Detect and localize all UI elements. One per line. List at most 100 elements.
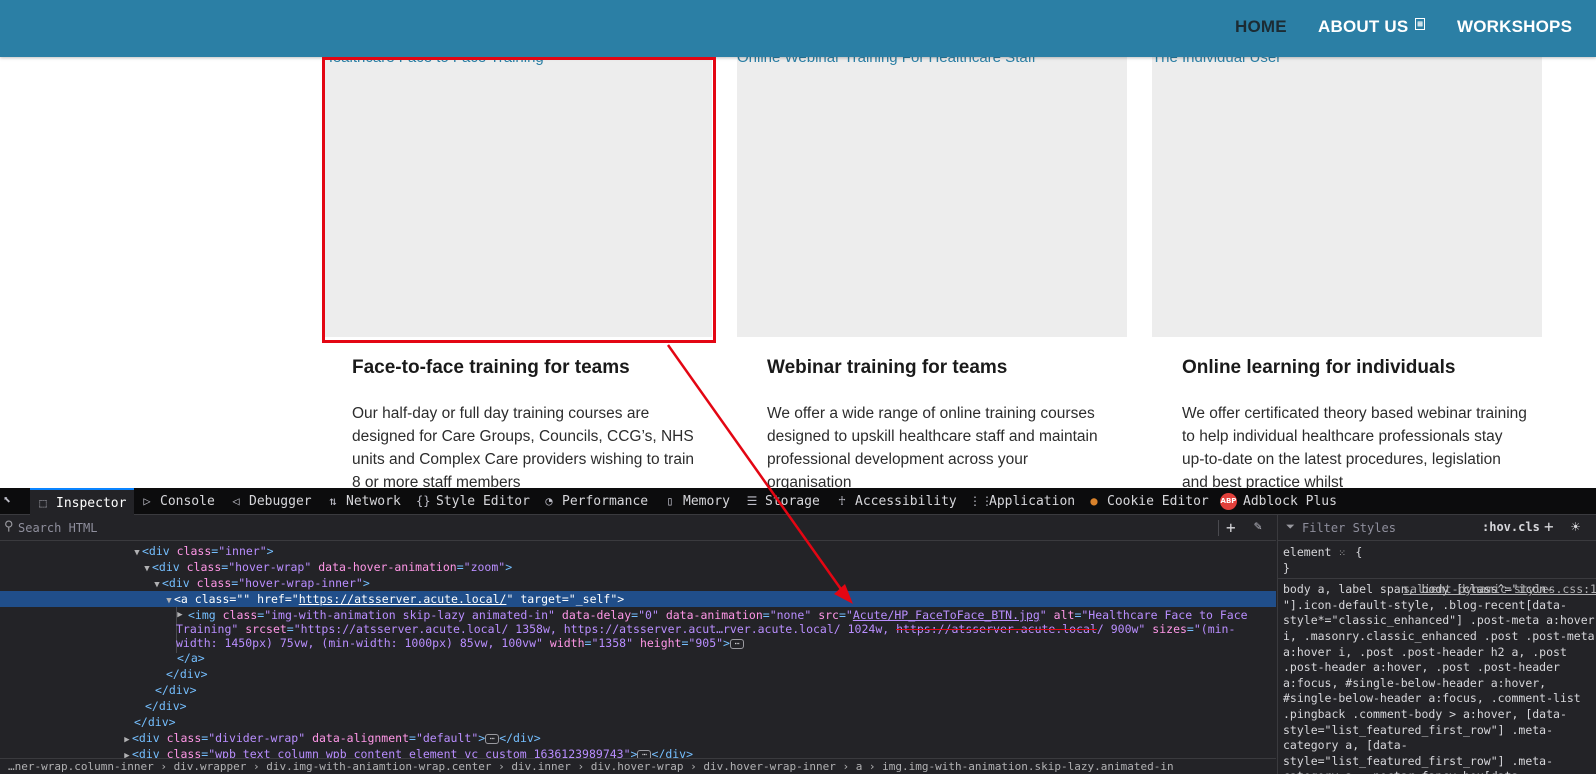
tab-style-editor[interactable]: {} Style Editor bbox=[416, 488, 530, 515]
tab-label: Inspector bbox=[56, 496, 127, 511]
tab-label: Application bbox=[989, 494, 1076, 509]
add-rule-icon[interactable]: + bbox=[1544, 517, 1554, 536]
tab-performance[interactable]: ◔ Performance bbox=[542, 488, 648, 515]
html-search-bar: ⚲ + ✎ bbox=[0, 515, 1276, 541]
performance-icon: ◔ bbox=[545, 494, 553, 508]
tab-label: Adblock Plus bbox=[1243, 494, 1337, 509]
search-icon: ⚲ bbox=[4, 519, 14, 534]
accessibility-icon: ☥ bbox=[838, 494, 846, 508]
cookie-icon: ● bbox=[1090, 494, 1098, 508]
grid-icon: ⁙ bbox=[1338, 549, 1346, 559]
markup-node-selected[interactable]: ▼ <a class="" href="https://atsserver.acu… bbox=[0, 591, 1276, 607]
expand-arrow-icon[interactable]: ▶ bbox=[175, 608, 185, 622]
markup-breadcrumbs[interactable]: …ner-wrap.column-inner › div.wrapper › d… bbox=[0, 758, 1276, 774]
card-description: Our half-day or full day training course… bbox=[352, 405, 695, 488]
collapse-arrow-icon[interactable]: ▼ bbox=[164, 593, 174, 609]
tab-label: Network bbox=[346, 494, 401, 509]
tab-inspector[interactable]: ⬚ Inspector bbox=[30, 488, 135, 515]
tab-debugger[interactable]: ◁ Debugger bbox=[229, 488, 312, 515]
rule-brace: { bbox=[1355, 545, 1363, 559]
expand-arrow-icon[interactable]: ▶ bbox=[122, 748, 132, 758]
card-online-learning: The Individual User Online learning for … bbox=[1152, 49, 1542, 488]
console-icon: ▷ bbox=[143, 494, 151, 508]
rules-list: element ⁙ { } salient-dynamic-styles.css… bbox=[1278, 545, 1596, 774]
memory-icon: ▯ bbox=[666, 494, 674, 508]
rules-toolbar: ⏷ :hov.cls + ☀ bbox=[1278, 515, 1596, 541]
debugger-icon: ◁ bbox=[232, 494, 240, 508]
card-title: Face-to-face training for teams bbox=[352, 357, 630, 378]
devtools-toolbar: ⬉ ⬚ Inspector ▷ Console ◁ Debugger ⇅ Network… bbox=[0, 488, 1596, 515]
expand-ellipsis-icon[interactable]: ⋯ bbox=[485, 733, 500, 744]
tab-network[interactable]: ⇅ Network bbox=[326, 488, 401, 515]
toolbar-divider bbox=[1218, 520, 1219, 536]
adblock-icon: ABP bbox=[1220, 493, 1237, 510]
element-rule[interactable]: element ⁙ { bbox=[1283, 545, 1596, 561]
tab-label: Accessibility bbox=[855, 494, 957, 509]
href-link[interactable]: https://atsserver.acute.local/ bbox=[299, 592, 507, 606]
website-viewport: HOME ABOUT US ▦ WORKSHOPS Healthcare Fac… bbox=[0, 0, 1596, 488]
tab-label: Console bbox=[160, 494, 215, 509]
style-editor-icon: {} bbox=[416, 494, 431, 508]
tab-label: Debugger bbox=[249, 494, 312, 509]
filter-icon: ⏷ bbox=[1286, 520, 1295, 533]
card-title: Online learning for individuals bbox=[1182, 357, 1456, 378]
tab-label: Performance bbox=[562, 494, 649, 509]
markup-node[interactable]: ▶ <div class="wpb_text_column wpb_content… bbox=[0, 746, 1276, 758]
rules-panel: ⏷ :hov.cls + ☀ element ⁙ { } salient-dyn… bbox=[1277, 515, 1596, 774]
nav-about-link[interactable]: ABOUT US bbox=[1318, 17, 1408, 37]
markup-node[interactable]: ▶ <div class="divider-wrap" data-alignmen… bbox=[0, 730, 1276, 746]
markup-closing-tag[interactable]: </div> bbox=[0, 714, 1276, 730]
tab-label: Memory bbox=[683, 494, 730, 509]
rule-divider bbox=[1278, 578, 1596, 580]
add-node-icon[interactable]: + bbox=[1226, 518, 1236, 537]
network-icon: ⇅ bbox=[329, 494, 337, 508]
tab-accessibility[interactable]: ☥ Accessibility bbox=[835, 488, 957, 515]
markup-closing-tag[interactable]: </a> bbox=[0, 650, 1276, 666]
storage-icon: ☰ bbox=[746, 494, 758, 508]
expand-ellipsis-icon[interactable]: ⋯ bbox=[637, 749, 652, 758]
tab-storage[interactable]: ☰ Storage bbox=[745, 488, 820, 515]
rule-selector: element bbox=[1283, 545, 1332, 559]
markup-view: ▼ <div class="inner"> ▼ <div class="hover-… bbox=[0, 541, 1276, 758]
expand-ellipsis-icon[interactable]: ⋯ bbox=[729, 638, 744, 649]
tab-adblock-plus[interactable]: ABP Adblock Plus bbox=[1220, 488, 1337, 515]
tab-label: Storage bbox=[765, 494, 820, 509]
tab-cookie-editor[interactable]: ● Cookie Editor bbox=[1087, 488, 1209, 515]
card-image-link[interactable]: Online Webinar Training For Healthcare S… bbox=[737, 49, 1127, 337]
src-link[interactable]: Acute/HP_FaceToFace_BTN.jpg bbox=[853, 608, 1040, 622]
markup-closing-tag[interactable]: </div> bbox=[0, 682, 1276, 698]
card-image-link[interactable]: The Individual User bbox=[1152, 49, 1542, 337]
rule-brace: } bbox=[1283, 560, 1290, 575]
tab-label: Style Editor bbox=[436, 494, 530, 509]
inspector-icon: ⬚ bbox=[39, 496, 47, 510]
markup-node[interactable]: ▼ <div class="hover-wrap-inner"> bbox=[0, 575, 1276, 591]
rule-selector: body a, label span, body [class^="icon-"… bbox=[1283, 582, 1595, 774]
card-description: We offer a wide range of online training… bbox=[767, 405, 1098, 488]
light-theme-icon[interactable]: ☀ bbox=[1571, 518, 1580, 536]
tab-label: Cookie Editor bbox=[1107, 494, 1209, 509]
nav-home-link[interactable]: HOME bbox=[1235, 17, 1287, 37]
site-header: HOME ABOUT US ▦ WORKSHOPS bbox=[0, 0, 1596, 57]
css-rule[interactable]: salient-dynamic-styles.css:1 body a, lab… bbox=[1283, 582, 1596, 774]
eyedropper-icon[interactable]: ✎ bbox=[1254, 519, 1262, 534]
markup-closing-tag[interactable]: </div> bbox=[0, 698, 1276, 714]
markup-node[interactable]: ▼ <div class="inner"> bbox=[0, 543, 1276, 559]
devtools-panel: ⬉ ⬚ Inspector ▷ Console ◁ Debugger ⇅ Network… bbox=[0, 488, 1596, 774]
tab-console[interactable]: ▷ Console bbox=[140, 488, 215, 515]
application-icon: ⋮⋮ bbox=[969, 494, 993, 508]
dropdown-indicator-icon: ▦ bbox=[1415, 18, 1425, 30]
annotation-highlight-box bbox=[322, 57, 716, 343]
nav-workshops-link[interactable]: WORKSHOPS bbox=[1457, 17, 1572, 37]
markup-closing-tag[interactable]: </div> bbox=[0, 666, 1276, 682]
markup-node[interactable]: ▶ <img class="img-with-animation skip-la… bbox=[0, 608, 1276, 650]
card-description: We offer certificated theory based webin… bbox=[1182, 405, 1527, 488]
element-picker-icon[interactable]: ⬉ bbox=[3, 493, 21, 509]
tab-application[interactable]: ⋮⋮Application bbox=[969, 488, 1075, 515]
search-html-input[interactable] bbox=[18, 518, 1208, 538]
rule-source-link[interactable]: salient-dynamic-styles.css:1 bbox=[1403, 582, 1596, 598]
hov-cls-toggle[interactable]: :hov.cls bbox=[1482, 520, 1540, 534]
markup-node[interactable]: ▼ <div class="hover-wrap" data-hover-anim… bbox=[0, 559, 1276, 575]
filter-styles-input[interactable] bbox=[1302, 518, 1462, 538]
tab-memory[interactable]: ▯ Memory bbox=[663, 488, 730, 515]
card-title: Webinar training for teams bbox=[767, 357, 1008, 378]
